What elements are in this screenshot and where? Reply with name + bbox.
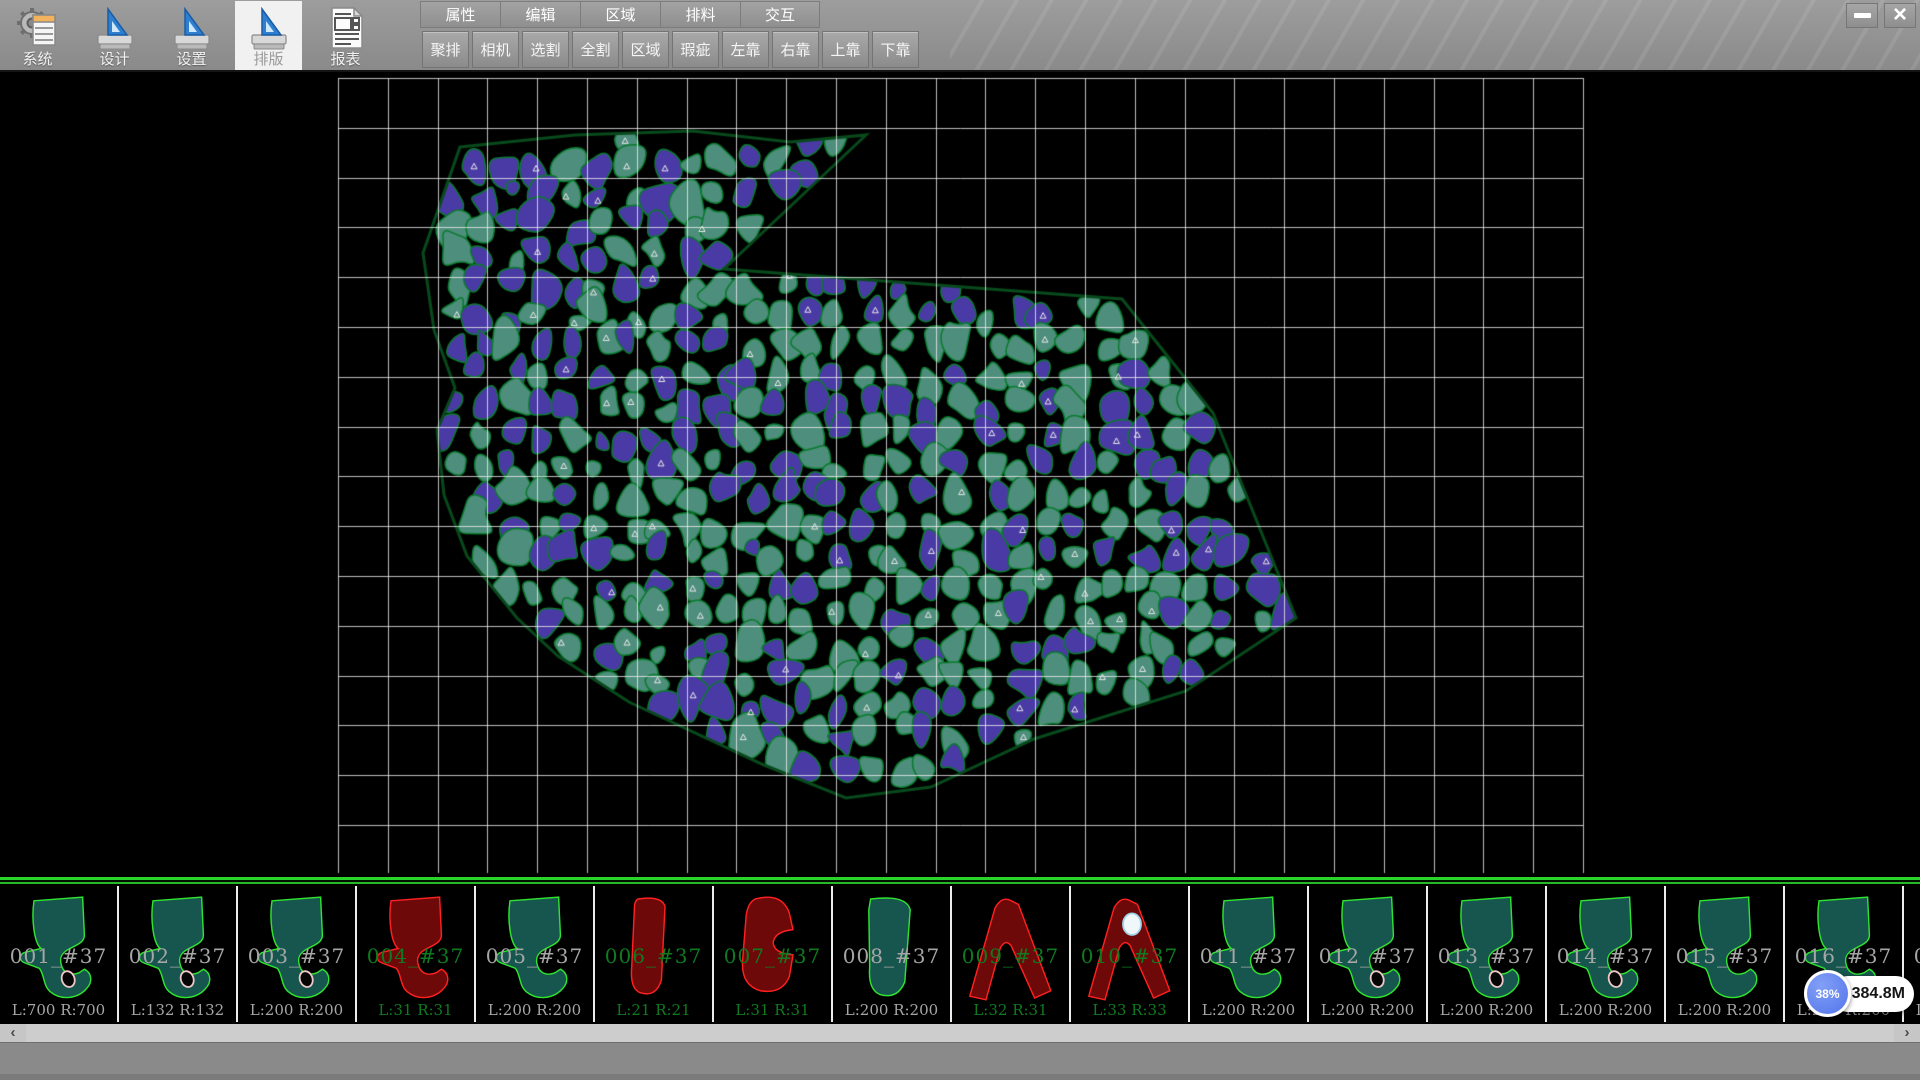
badge-size-text: 384.8M xyxy=(1852,985,1905,1003)
strip-separator xyxy=(0,877,1920,886)
thumbnail-cell[interactable]: 002_#37 L:132 R:132 xyxy=(119,886,238,1022)
tool-button-3[interactable]: 全割 xyxy=(572,31,619,68)
piece-counts-label: L:200 R:200 xyxy=(833,1001,950,1019)
piece-id-label: 015_#37 xyxy=(1666,944,1783,968)
piece-counts-label: L:132 R:132 xyxy=(119,1001,236,1019)
thumbnail-cell[interactable]: 010_#37 L:33 R:33 xyxy=(1071,886,1190,1022)
scroll-right-button[interactable]: › xyxy=(1894,1024,1920,1042)
piece-id-label: 001_#37 xyxy=(0,944,117,968)
piece-thumbnail-strip: 001_#37L:700 R:700002_#37L:132 R:132003_… xyxy=(0,886,1920,1022)
thumbnail-cell[interactable]: 003_#37 L:200 R:200 xyxy=(238,886,357,1022)
tool-button-5[interactable]: 瑕疵 xyxy=(672,31,719,68)
menu-item-0[interactable]: 属性 xyxy=(420,1,500,28)
thumbnail-cell[interactable]: 001_#37 L:700 R:700 xyxy=(0,886,119,1022)
thumbnail-cell[interactable]: 005_#37 L:200 R:200 xyxy=(476,886,595,1022)
toolbar-button-0[interactable]: 系统 xyxy=(4,1,71,70)
design-icon xyxy=(93,5,137,51)
toolbar-button-2[interactable]: 设置 xyxy=(158,1,225,70)
toolbar-button-label: 系统 xyxy=(22,51,52,69)
app-window: 系统设计设置排版报表 属性编辑区域排料交互 聚排相机选割全割区域瑕疵左靠右靠上靠… xyxy=(0,0,1920,1080)
toolbar-button-label: 报表 xyxy=(330,51,360,69)
report-icon xyxy=(324,5,368,51)
piece-counts-label: L:33 R:33 xyxy=(1071,1001,1188,1019)
menu-item-4[interactable]: 交互 xyxy=(740,1,820,28)
toolbar-button-4[interactable]: 报表 xyxy=(312,1,379,70)
piece-counts-label: L:200 R:200 xyxy=(1428,1001,1545,1019)
toolbar-button-1[interactable]: 设计 xyxy=(81,1,148,70)
thumbnail-cell[interactable]: 011_#37 L:200 R:200 xyxy=(1190,886,1309,1022)
toolbar-button-label: 设置 xyxy=(176,51,206,69)
thumbnail-cell[interactable]: 006_#37 L:21 R:21 xyxy=(595,886,714,1022)
window-controls: × xyxy=(1846,3,1916,28)
piece-id-label: 004_#37 xyxy=(357,944,474,968)
nesting-canvas[interactable] xyxy=(0,72,1920,877)
toolbar-button-label: 排版 xyxy=(253,51,283,69)
horizontal-scrollbar[interactable]: ‹ › xyxy=(0,1024,1920,1042)
titlebar: 系统设计设置排版报表 属性编辑区域排料交互 聚排相机选割全割区域瑕疵左靠右靠上靠… xyxy=(0,0,1920,72)
piece-id-label: 002_#37 xyxy=(119,944,236,968)
settings-icon xyxy=(170,5,214,51)
menu-item-3[interactable]: 排料 xyxy=(660,1,740,28)
piece-counts-label: L:700 R:700 xyxy=(0,1001,117,1019)
scroll-left-button[interactable]: ‹ xyxy=(0,1024,26,1042)
titlebar-hatch-texture xyxy=(950,0,1920,70)
piece-id-label: 009_#37 xyxy=(952,944,1069,968)
piece-id-label: 017_#37 xyxy=(1904,944,1920,968)
minimize-icon xyxy=(1854,13,1871,18)
piece-id-label: 006_#37 xyxy=(595,944,712,968)
minimize-button[interactable] xyxy=(1846,3,1878,28)
tool-button-9[interactable]: 下靠 xyxy=(872,31,919,68)
menu-bar: 属性编辑区域排料交互 xyxy=(420,1,820,28)
menu-item-1[interactable]: 编辑 xyxy=(500,1,580,28)
piece-counts-label: L:21 R:21 xyxy=(595,1001,712,1019)
thumbnail-cell[interactable]: 012_#37 L:200 R:200 xyxy=(1309,886,1428,1022)
toolbar-button-label: 设计 xyxy=(99,51,129,69)
thumbnail-cell[interactable]: 007_#37 L:31 R:31 xyxy=(714,886,833,1022)
tool-button-1[interactable]: 相机 xyxy=(472,31,519,68)
thumbnail-cell[interactable]: 014_#37 L:200 R:200 xyxy=(1547,886,1666,1022)
toolbar-button-3[interactable]: 排版 xyxy=(235,1,302,70)
piece-id-label: 014_#37 xyxy=(1547,944,1664,968)
piece-counts-label: L:31 R:31 xyxy=(714,1001,831,1019)
thumbnail-cell[interactable]: 008_#37 L:200 R:200 xyxy=(833,886,952,1022)
badge-percent-text: 38% xyxy=(1815,987,1839,1001)
tool-button-bar: 聚排相机选割全割区域瑕疵左靠右靠上靠下靠 xyxy=(422,31,919,68)
tool-button-6[interactable]: 左靠 xyxy=(722,31,769,68)
piece-id-label: 013_#37 xyxy=(1428,944,1545,968)
piece-id-label: 011_#37 xyxy=(1190,944,1307,968)
piece-counts-label: L:32 R:31 xyxy=(952,1001,1069,1019)
progress-badge[interactable]: 384.8M 38% xyxy=(1804,969,1916,1019)
piece-id-label: 007_#37 xyxy=(714,944,831,968)
piece-counts-label: L:200 R:200 xyxy=(1666,1001,1783,1019)
main-toolbar: 系统 设计 设置 排版 报表 xyxy=(4,1,379,70)
thumbnail-cell[interactable]: 009_#37 L:32 R:31 xyxy=(952,886,1071,1022)
close-button[interactable]: × xyxy=(1884,3,1916,28)
system-icon xyxy=(16,5,60,51)
piece-counts-label: L:200 R:200 xyxy=(1190,1001,1307,1019)
thumbnail-cell[interactable]: 004_#37 L:31 R:31 xyxy=(357,886,476,1022)
tool-button-2[interactable]: 选割 xyxy=(522,31,569,68)
thumbnail-cell[interactable]: 015_#37 L:200 R:200 xyxy=(1666,886,1785,1022)
tool-button-8[interactable]: 上靠 xyxy=(822,31,869,68)
close-icon: × xyxy=(1893,3,1907,27)
thumbnail-cell[interactable]: 013_#37 L:200 R:200 xyxy=(1428,886,1547,1022)
tool-button-0[interactable]: 聚排 xyxy=(422,31,469,68)
status-bar xyxy=(0,1042,1920,1080)
piece-counts-label: L:200 R:200 xyxy=(1547,1001,1664,1019)
piece-counts-label: L:200 R:200 xyxy=(238,1001,355,1019)
piece-id-label: 005_#37 xyxy=(476,944,593,968)
badge-percent-circle: 38% xyxy=(1804,970,1851,1017)
tool-button-4[interactable]: 区域 xyxy=(622,31,669,68)
piece-id-label: 003_#37 xyxy=(238,944,355,968)
tool-button-7[interactable]: 右靠 xyxy=(772,31,819,68)
piece-id-label: 008_#37 xyxy=(833,944,950,968)
layout-icon xyxy=(247,5,291,51)
piece-id-label: 012_#37 xyxy=(1309,944,1426,968)
piece-counts-label: L:200 R:200 xyxy=(1309,1001,1426,1019)
piece-id-label: 016_#37 xyxy=(1785,944,1902,968)
menu-item-2[interactable]: 区域 xyxy=(580,1,660,28)
piece-counts-label: L:200 R:200 xyxy=(476,1001,593,1019)
piece-id-label: 010_#37 xyxy=(1071,944,1188,968)
piece-counts-label: L:31 R:31 xyxy=(357,1001,474,1019)
